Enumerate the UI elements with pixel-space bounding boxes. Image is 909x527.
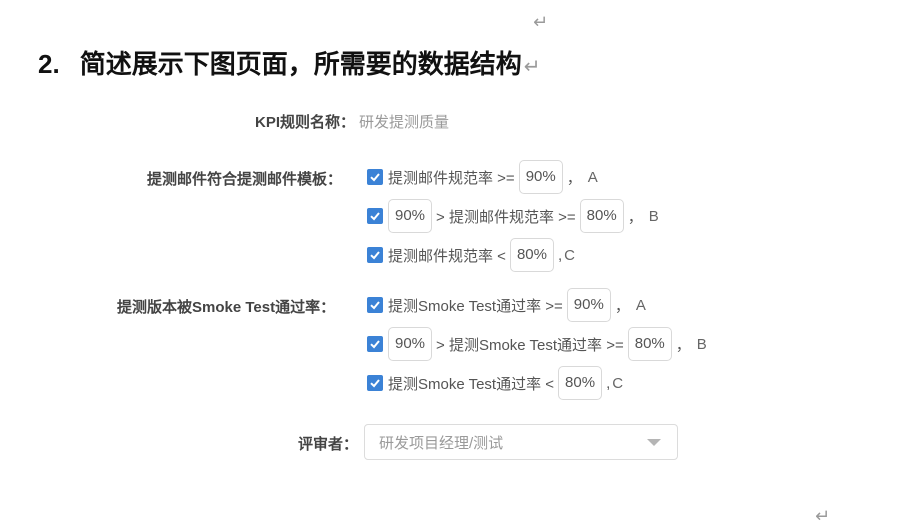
rule-text: > 提测Smoke Test通过率 >= <box>436 336 624 354</box>
smoke-test-label: 提测版本被Smoke Test通过率： <box>117 299 336 316</box>
checkbox-checked-icon[interactable] <box>367 208 383 224</box>
heading-text: 简述展示下图页面，所需要的数据结构 <box>79 50 522 80</box>
rule-sep: ， <box>566 169 582 187</box>
paragraph-mark-icon: ↵ <box>815 506 831 527</box>
mail-rule-c: 提测邮件规范率 < 80% , C <box>367 237 581 273</box>
rule-sep: , <box>557 246 563 264</box>
rule-sep: , <box>606 374 611 392</box>
threshold-input[interactable]: 80% <box>509 238 554 272</box>
kpi-name-value: 研发提测质量 <box>359 114 450 131</box>
reviewer-row: 评审者： <box>298 433 358 454</box>
mail-rule-b: 90% > 提测邮件规范率 >= 80% ， B <box>367 198 665 234</box>
threshold-input[interactable]: 90% <box>388 199 433 233</box>
rule-text: 提测邮件规范率 >= <box>388 169 515 187</box>
mail-template-label: 提测邮件符合提测邮件模板： <box>147 171 343 188</box>
page-title: 2. 简述展示下图页面，所需要的数据结构 ↵ <box>38 44 540 81</box>
heading-number: 2. <box>38 49 60 79</box>
reviewer-select[interactable]: 研发项目经理/测试 <box>364 424 678 460</box>
kpi-name-label: KPI规则名称： <box>255 114 356 131</box>
reviewer-label: 评审者： <box>298 436 359 453</box>
paragraph-mark-icon: ↵ <box>523 54 541 78</box>
smoke-rule-a: 提测Smoke Test通过率 >= 90% ， A <box>367 287 652 323</box>
checkbox-checked-icon[interactable] <box>367 169 383 185</box>
rule-text: 提测Smoke Test通过率 >= <box>388 297 563 315</box>
smoke-rule-c: 提测Smoke Test通过率 < 80% , C <box>367 365 629 401</box>
checkbox-checked-icon[interactable] <box>367 336 383 352</box>
grade-label: C <box>564 246 575 264</box>
chevron-down-icon <box>647 438 661 446</box>
threshold-input[interactable]: 90% <box>518 160 563 194</box>
checkbox-checked-icon[interactable] <box>367 375 383 391</box>
mail-rule-a: 提测邮件规范率 >= 90% ， A <box>367 159 604 195</box>
kpi-name-row: KPI规则名称： 研发提测质量 <box>255 111 449 132</box>
paragraph-mark-icon: ↵ <box>533 12 549 33</box>
mail-template-row: 提测邮件符合提测邮件模板： <box>147 168 342 189</box>
rule-text: 提测Smoke Test通过率 < <box>388 375 555 393</box>
checkbox-checked-icon[interactable] <box>367 297 383 313</box>
smoke-test-row: 提测版本被Smoke Test通过率： <box>117 296 335 317</box>
rule-sep: ， <box>627 208 643 226</box>
rule-sep: ， <box>614 297 630 315</box>
threshold-input[interactable]: 90% <box>566 288 611 322</box>
grade-label: A <box>635 296 646 314</box>
rule-sep: ， <box>675 336 691 354</box>
smoke-rule-b: 90% > 提测Smoke Test通过率 >= 80% ， B <box>367 326 713 362</box>
threshold-input[interactable]: 90% <box>388 327 433 361</box>
grade-label: A <box>587 168 598 186</box>
grade-label: C <box>612 374 624 392</box>
reviewer-select-value: 研发项目经理/测试 <box>379 434 504 452</box>
rule-text: 提测邮件规范率 < <box>388 247 506 265</box>
rule-text: > 提测邮件规范率 >= <box>436 208 576 226</box>
threshold-input[interactable]: 80% <box>579 199 624 233</box>
threshold-input[interactable]: 80% <box>627 327 672 361</box>
threshold-input[interactable]: 80% <box>558 366 603 400</box>
grade-label: B <box>648 207 659 225</box>
checkbox-checked-icon[interactable] <box>367 247 383 263</box>
grade-label: B <box>696 335 707 353</box>
